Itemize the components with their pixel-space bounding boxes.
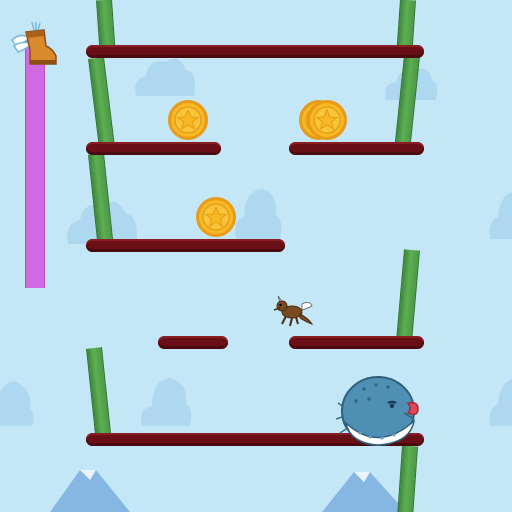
background-cloud xyxy=(0,381,34,426)
background-cloud xyxy=(235,189,282,239)
bamboo-pole xyxy=(396,0,416,49)
bamboo-pole xyxy=(396,249,420,343)
star-coin[interactable] xyxy=(306,99,348,141)
star-coin[interactable] xyxy=(195,196,237,238)
pufferfish-player[interactable] xyxy=(336,373,422,449)
bamboo-pole xyxy=(397,445,418,512)
platform xyxy=(86,45,424,58)
background-mountain xyxy=(322,472,406,512)
background-cloud xyxy=(141,378,192,426)
bamboo-pole xyxy=(88,57,115,149)
background-mountain xyxy=(50,470,130,512)
platform xyxy=(158,336,228,349)
platform xyxy=(86,142,221,155)
platform xyxy=(86,239,285,252)
game-stage[interactable]: 3 xyxy=(0,0,512,512)
bamboo-pole xyxy=(96,0,116,49)
background-cloud xyxy=(489,191,512,239)
platform xyxy=(289,142,424,155)
flying-squirrel-enemy xyxy=(273,295,314,327)
winged-boot-icon[interactable] xyxy=(10,20,60,72)
boost-meter xyxy=(25,40,45,288)
bamboo-pole xyxy=(86,347,112,441)
platform xyxy=(289,336,424,349)
star-coin[interactable] xyxy=(167,99,209,141)
background-cloud xyxy=(489,378,512,426)
